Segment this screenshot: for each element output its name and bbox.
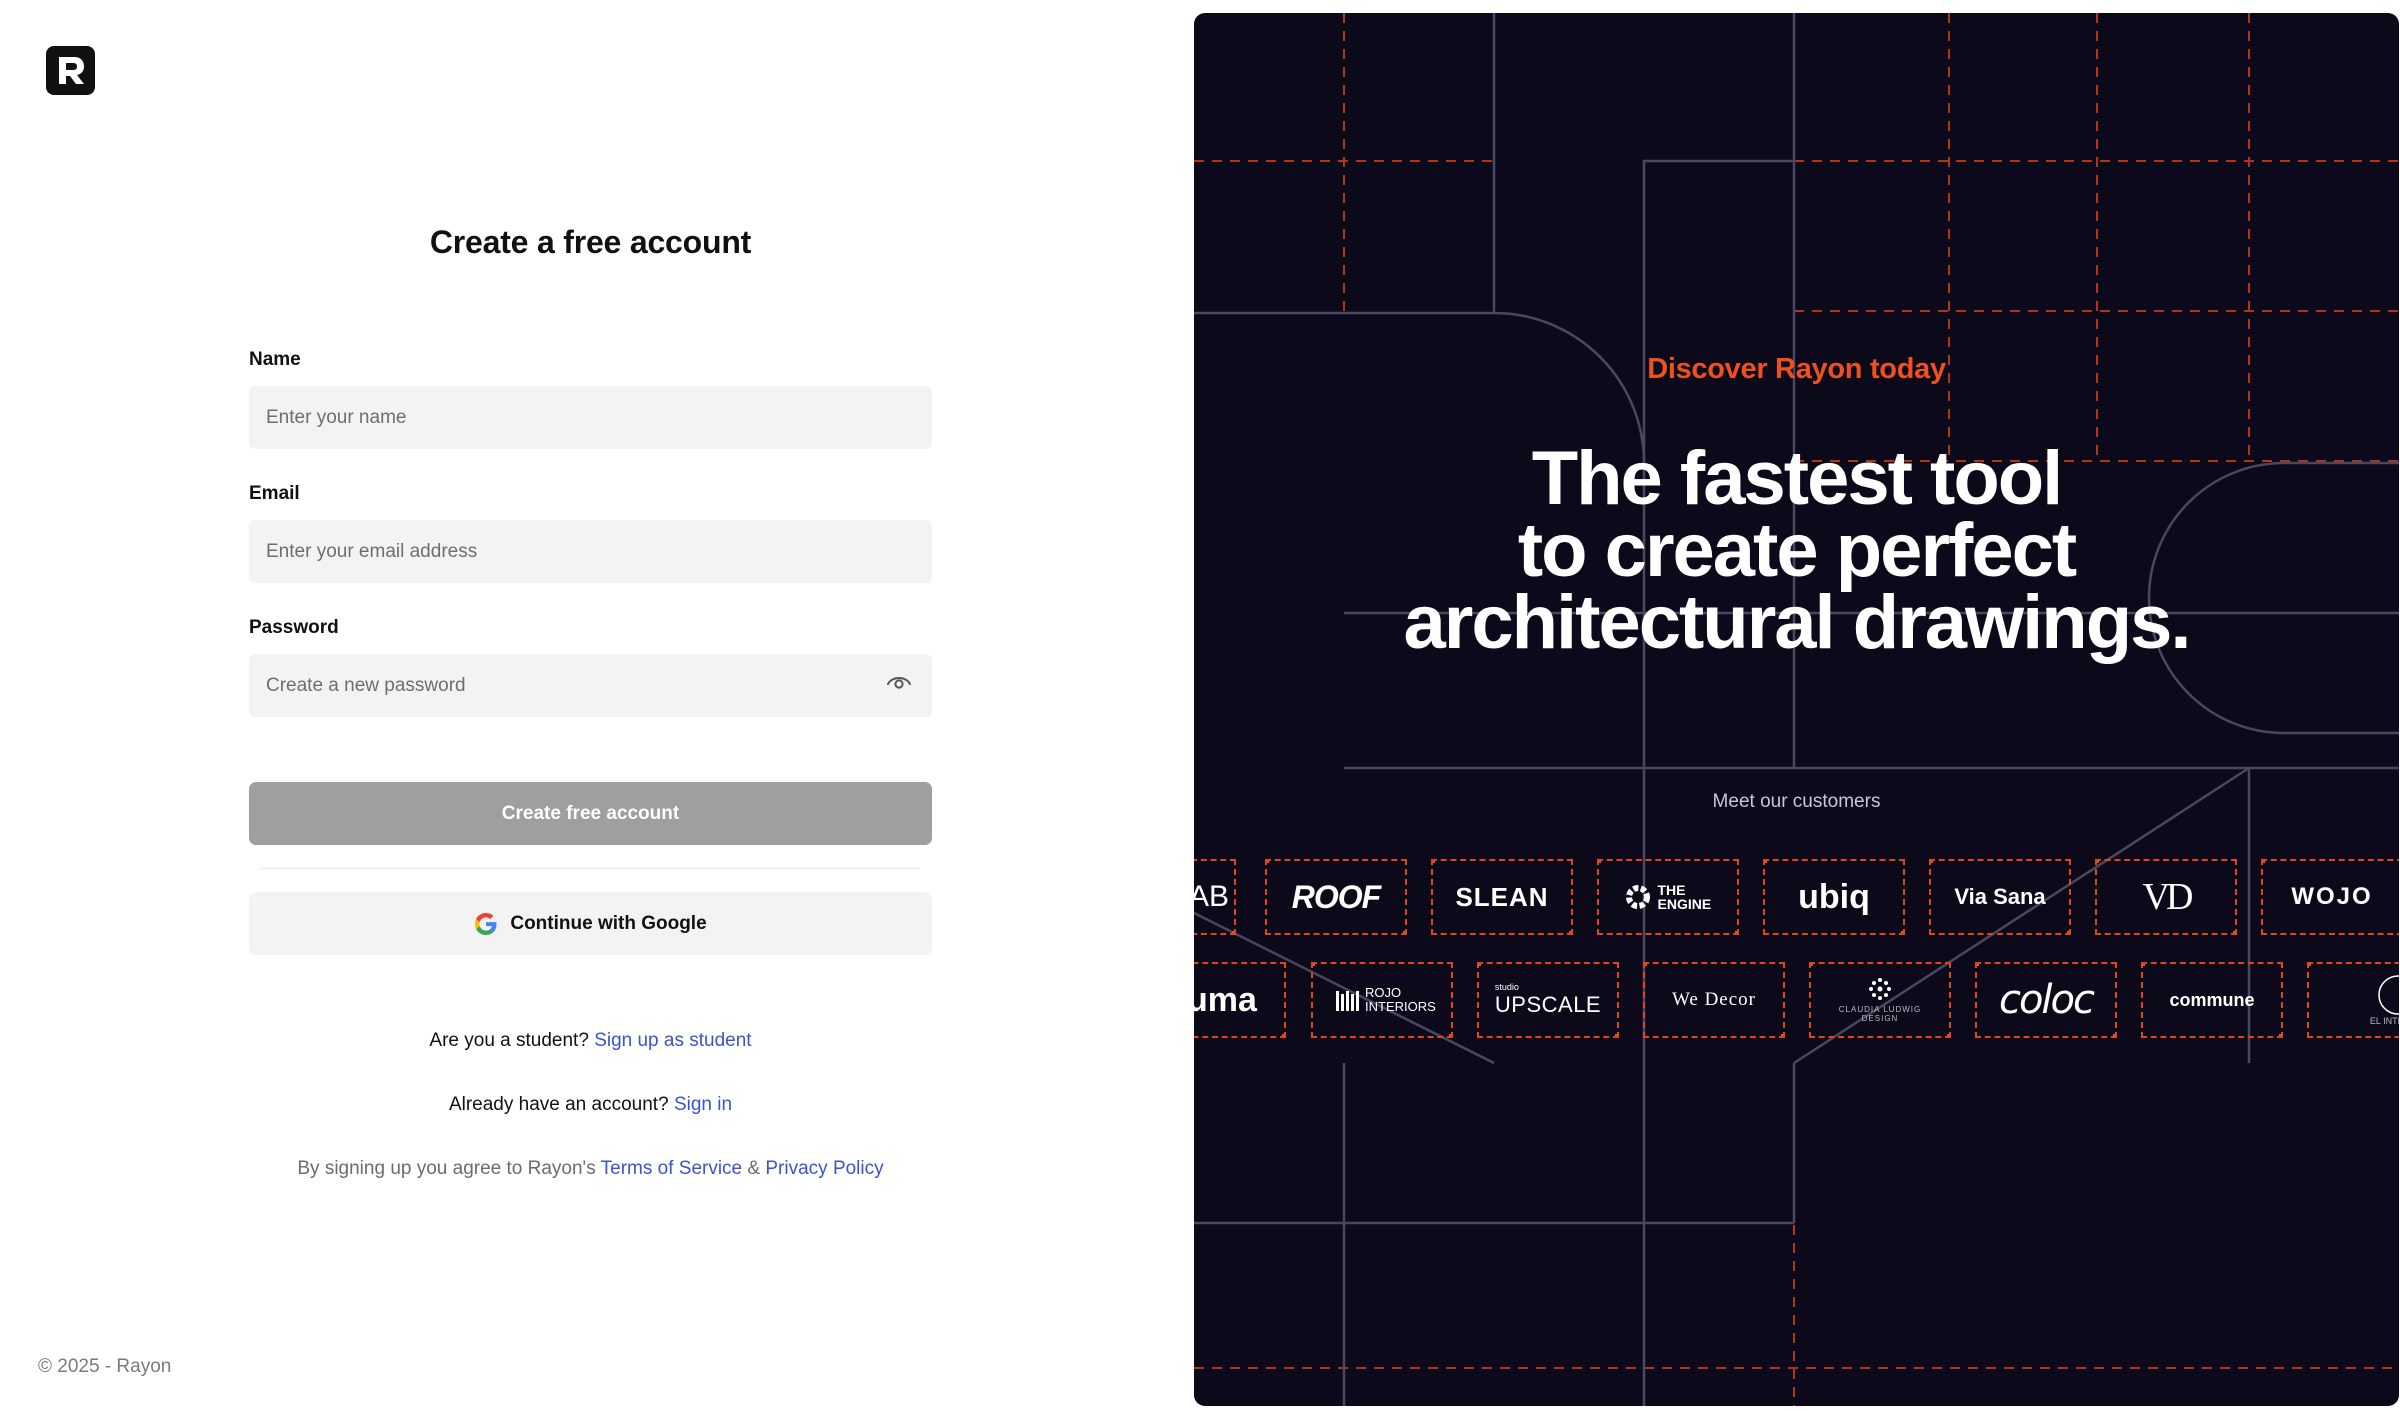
customer-logo-text: AB bbox=[1194, 880, 1230, 913]
customer-logo-text: studio bbox=[1494, 982, 1519, 992]
hero-headline: The fastest tool to create perfect archi… bbox=[1194, 436, 2399, 665]
email-label: Email bbox=[249, 483, 300, 504]
signin-link[interactable]: Sign in bbox=[674, 1094, 732, 1115]
customer-logo-text: We Decor bbox=[1671, 989, 1756, 1010]
customer-logo: VD bbox=[2095, 859, 2237, 935]
flower-icon bbox=[1869, 978, 1891, 1000]
customer-logo-text: commune bbox=[2169, 989, 2255, 1010]
name-label: Name bbox=[249, 349, 301, 370]
footer-copyright: © 2025 - Rayon bbox=[38, 1356, 172, 1377]
customer-logo-text: uma bbox=[1194, 980, 1257, 1019]
signin-prompt: Already have an account? bbox=[448, 1094, 669, 1115]
customer-logo-text: UPSCALE bbox=[1494, 992, 1602, 1017]
divider bbox=[261, 868, 920, 869]
page-title: Create a free account bbox=[429, 224, 752, 260]
customer-logo: studio UPSCALE bbox=[1477, 962, 1619, 1038]
customer-logo: EL INTERIOR bbox=[2307, 962, 2399, 1038]
customer-logo: uma bbox=[1194, 962, 1286, 1038]
customer-logo-text: coloc bbox=[1998, 977, 2095, 1023]
customer-logo: ubiq bbox=[1763, 859, 1905, 935]
legal-prefix: By signing up you agree to Rayon's bbox=[297, 1158, 596, 1179]
customer-logo: SLEAN bbox=[1431, 859, 1573, 935]
upscale-logo: studio UPSCALE bbox=[1495, 982, 1601, 1018]
customer-logo: Via Sana bbox=[1929, 859, 2071, 935]
legal-and: & bbox=[747, 1158, 761, 1179]
google-button-label: Continue with Google bbox=[510, 912, 707, 934]
customer-logo: ROOF bbox=[1265, 859, 1407, 935]
privacy-link[interactable]: Privacy Policy bbox=[765, 1158, 883, 1179]
google-g-icon bbox=[475, 912, 497, 935]
eye-icon[interactable] bbox=[886, 673, 912, 691]
customer-logo: AB bbox=[1194, 859, 1236, 935]
gear-icon bbox=[1625, 885, 1650, 909]
customer-logo-text: Via Sana bbox=[1954, 884, 2046, 909]
hero-panel: Discover Rayon today The fastest tool to… bbox=[1194, 13, 2399, 1406]
customer-logo-text: THE ENGINE bbox=[1657, 882, 1712, 912]
create-account-button[interactable]: Create free account bbox=[249, 782, 932, 845]
customer-logo-text: SLEAN bbox=[1455, 881, 1549, 912]
customer-logo-text: ROOF bbox=[1291, 878, 1381, 915]
customer-logo-text: VD bbox=[2142, 876, 2194, 918]
circle-icon bbox=[2378, 975, 2399, 1015]
claudia-logo: CLAUDIA LUDWIG DESIGN bbox=[1825, 977, 1935, 1023]
legal-line: By signing up you agree to Rayon's Terms… bbox=[249, 1158, 932, 1180]
headline-line: to create perfect bbox=[1517, 508, 2077, 593]
customer-logo: coloc bbox=[1975, 962, 2117, 1038]
signin-line: Already have an account? Sign in bbox=[249, 1094, 932, 1116]
student-signup-link[interactable]: Sign up as student bbox=[594, 1030, 751, 1051]
customer-logo: commune bbox=[2141, 962, 2283, 1038]
customer-logo-text: EL INTERIOR bbox=[2369, 1016, 2399, 1026]
hero-eyebrow: Discover Rayon today bbox=[1647, 353, 1946, 385]
student-prompt: Are you a student? bbox=[429, 1030, 589, 1051]
terms-link[interactable]: Terms of Service bbox=[601, 1158, 742, 1179]
customer-logo-text: WOJO bbox=[2291, 883, 2373, 910]
email-input[interactable] bbox=[249, 520, 932, 583]
customer-logo: THE ENGINE bbox=[1597, 859, 1739, 935]
password-input[interactable] bbox=[249, 654, 932, 717]
customer-logo: We Decor bbox=[1643, 962, 1785, 1038]
customer-logo: CLAUDIA LUDWIG DESIGN bbox=[1809, 962, 1951, 1038]
customer-logo: ROJO INTERIORS bbox=[1311, 962, 1453, 1038]
password-label: Password bbox=[249, 617, 339, 638]
student-line: Are you a student? Sign up as student bbox=[249, 1030, 932, 1052]
building-icon bbox=[1336, 991, 1359, 1011]
name-input[interactable] bbox=[249, 386, 932, 449]
google-signin-button[interactable]: Continue with Google bbox=[249, 892, 932, 955]
rayon-logo-icon[interactable] bbox=[46, 46, 95, 95]
customers-label: Meet our customers bbox=[1712, 791, 1881, 812]
el-interior-logo: EL INTERIOR bbox=[2370, 974, 2399, 1026]
headline-line: The fastest tool bbox=[1531, 436, 2064, 521]
customer-logo-text: ROJO INTERIORS bbox=[1365, 985, 1436, 1014]
customer-logo-text: CLAUDIA LUDWIG DESIGN bbox=[1838, 1005, 1922, 1023]
customer-logo-text: ubiq bbox=[1798, 877, 1870, 916]
headline-line: architectural drawings. bbox=[1403, 580, 2191, 665]
customer-logo: WOJO bbox=[2261, 859, 2399, 935]
blueprint-background bbox=[1194, 13, 2399, 1406]
